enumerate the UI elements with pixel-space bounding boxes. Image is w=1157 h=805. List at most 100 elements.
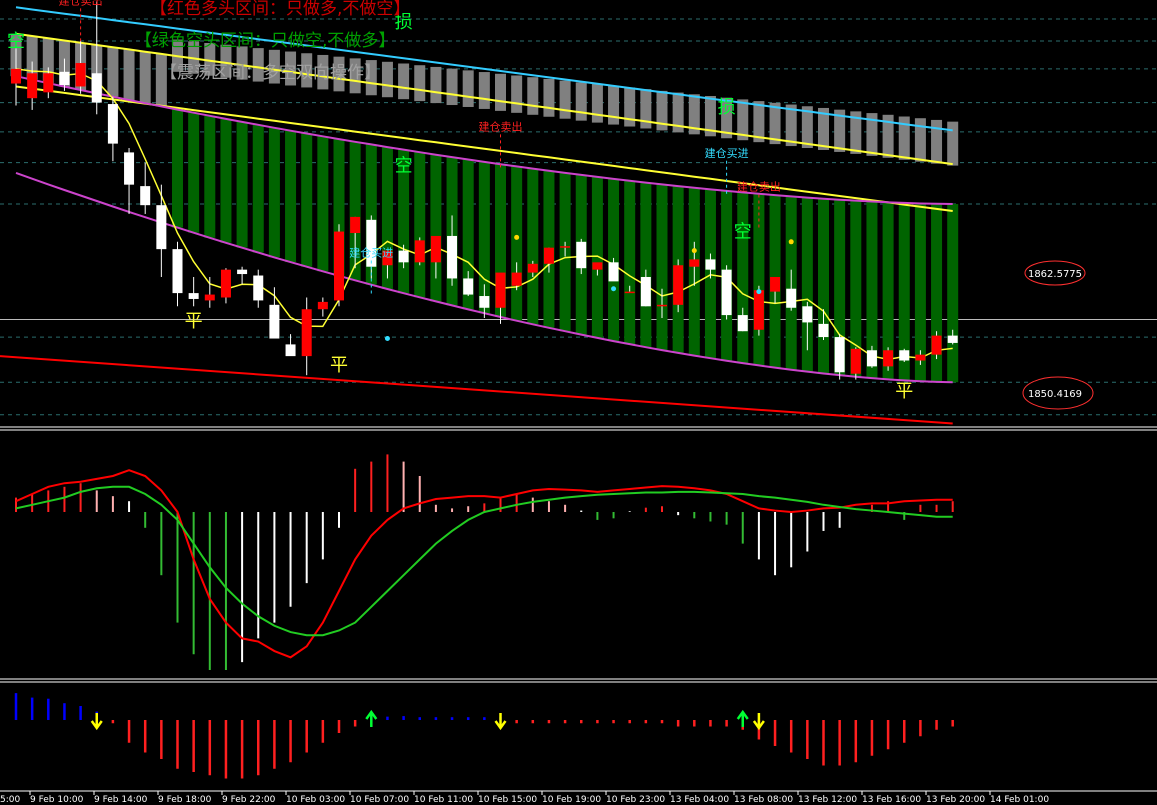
candle-body	[657, 304, 667, 307]
candle-body	[107, 104, 118, 144]
zone-bar	[285, 130, 297, 263]
candle-body	[43, 73, 54, 93]
candle	[721, 265, 732, 320]
time-label: 10 Feb 23:00	[606, 795, 665, 805]
zone-bar	[430, 154, 442, 302]
signal-label: 空	[395, 155, 413, 176]
candle-body	[220, 269, 231, 298]
candle-body	[11, 68, 21, 84]
signal-label: 建仓卖出	[737, 180, 781, 194]
candle-body	[253, 275, 264, 301]
legend-green-zone: 【绿色空头区间：只做空,不做多】	[135, 31, 395, 51]
zone-bar	[624, 180, 636, 345]
candle-body	[753, 290, 764, 330]
time-label: 10 Feb 07:00	[350, 795, 409, 805]
candle-body	[75, 63, 86, 87]
range-band-bar	[559, 80, 571, 119]
signal-label: 空	[7, 31, 25, 52]
candle-body	[269, 304, 280, 339]
range-band-bar	[478, 72, 490, 109]
time-label: 13 Feb 04:00	[670, 795, 729, 805]
candle-body	[899, 350, 910, 361]
candle-body	[737, 315, 748, 332]
range-band-bar	[785, 104, 797, 147]
candle	[414, 237, 425, 266]
candle-body	[91, 73, 102, 103]
signal-label: 建仓买进	[705, 146, 749, 160]
legend-red-zone: 【红色多头区间：只做多,不做空】	[150, 0, 410, 19]
price-label-lower: 1850.4169	[1022, 376, 1094, 410]
range-band-bar	[931, 119, 943, 164]
candle-body	[576, 241, 587, 269]
legend-range-zone: 【震荡区间：多空双向操作】	[160, 63, 381, 83]
candle-body	[705, 259, 716, 270]
candle-body	[511, 272, 522, 286]
candle	[673, 259, 684, 313]
candle	[334, 224, 344, 307]
candle-body	[350, 216, 361, 234]
candle	[899, 348, 910, 362]
candle-body	[721, 269, 732, 316]
time-label: 5:00	[0, 795, 20, 805]
signal-label: 损	[718, 97, 736, 118]
candle-body	[802, 306, 813, 323]
candle-body	[527, 263, 538, 273]
time-label: 13 Feb 16:00	[862, 795, 921, 805]
candle-body	[237, 269, 248, 275]
candle-body	[414, 240, 425, 263]
range-band-bar	[947, 121, 959, 166]
zone-bar	[414, 152, 426, 298]
zone-bar	[818, 198, 829, 374]
signal-dot	[788, 239, 794, 245]
zone-bar	[640, 182, 652, 348]
zone-bar	[107, 47, 119, 97]
candle-body	[883, 350, 894, 367]
candle-body	[543, 247, 554, 264]
zone-bar	[301, 133, 313, 267]
range-band-bar	[608, 85, 620, 125]
zone-bar	[317, 136, 329, 272]
candle-body	[915, 354, 926, 361]
candle-body	[447, 235, 458, 279]
candle-body	[850, 348, 861, 374]
candle-body	[301, 309, 312, 357]
candle-body	[124, 152, 135, 185]
candle-body	[204, 294, 215, 301]
price-label-upper: 1862.5775	[1024, 260, 1086, 286]
candle-body	[689, 259, 700, 267]
candle-body	[608, 262, 619, 282]
trading-chart[interactable]: 空建仓卖出平平建仓买进空损建仓卖出损建仓买进建仓卖出空平 5:00 9 Feb 1…	[0, 0, 1157, 805]
candle-body	[592, 262, 603, 270]
time-label: 14 Feb 01:00	[990, 795, 1049, 805]
zone-bar	[188, 112, 200, 233]
time-label: 10 Feb 03:00	[286, 795, 345, 805]
candle-body	[947, 335, 958, 343]
zone-bar	[737, 192, 749, 364]
time-label: 13 Feb 08:00	[734, 795, 793, 805]
candle-body	[366, 219, 377, 267]
candle-body	[834, 337, 845, 373]
candle-body	[172, 249, 183, 294]
signal-dot	[691, 248, 697, 254]
candle-body	[931, 335, 942, 355]
zone-bar	[656, 184, 668, 351]
signal-label: 建仓卖出	[59, 0, 103, 7]
zone-bar	[947, 204, 959, 383]
signal-label: 建仓买进	[349, 245, 393, 259]
candle-body	[188, 293, 199, 299]
zone-bar	[123, 49, 135, 100]
signal-label: 建仓卖出	[479, 119, 523, 133]
price-label-lower-text: 1850.4169	[1028, 389, 1082, 400]
range-band-bar	[543, 78, 555, 117]
candle-body	[398, 250, 409, 263]
candle-body	[140, 186, 151, 206]
time-label: 9 Feb 14:00	[94, 795, 148, 805]
signal-label: 平	[895, 381, 913, 402]
range-band-bar	[414, 65, 426, 102]
range-band-bar	[511, 75, 523, 113]
signal-dot	[384, 336, 390, 342]
candle-body	[479, 296, 490, 308]
candle-body	[156, 205, 167, 250]
candle-body	[463, 278, 474, 295]
candle-body	[285, 344, 296, 357]
